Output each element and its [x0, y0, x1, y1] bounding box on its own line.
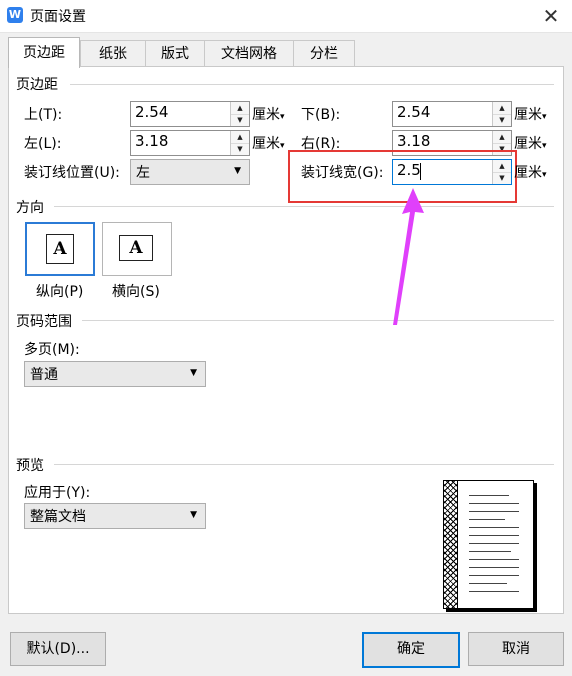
close-icon[interactable]: ✕ — [538, 3, 564, 29]
bottom-margin-label: 下(B): — [301, 107, 341, 123]
portrait-page-icon: A — [46, 234, 74, 264]
wps-app-icon: W — [7, 7, 23, 23]
dropdown-arrow-icon: ▾ — [542, 112, 547, 122]
gutter-width-unit[interactable]: 厘米▾ — [514, 162, 547, 182]
top-margin-unit[interactable]: 厘米▾ — [252, 104, 285, 124]
dropdown-arrow-icon: ▾ — [280, 141, 285, 151]
multiple-pages-select[interactable]: 普通 ▼ — [24, 361, 206, 387]
top-margin-spinner[interactable]: 2.54 ▲ ▼ — [130, 101, 250, 127]
left-margin-label: 左(L): — [24, 136, 62, 152]
landscape-page-icon: A — [119, 235, 153, 261]
preview-text-line — [469, 567, 519, 568]
apply-to-select[interactable]: 整篇文档 ▼ — [24, 503, 206, 529]
preview-text-line — [469, 575, 519, 576]
text-cursor — [420, 163, 421, 180]
ok-button[interactable]: 确定 — [362, 632, 460, 668]
tab-paper[interactable]: 纸张 — [80, 40, 146, 67]
apply-to-label: 应用于(Y): — [24, 485, 91, 501]
portrait-option[interactable]: A — [25, 222, 95, 276]
gutter-position-label: 装订线位置(U): — [24, 165, 120, 181]
dropdown-arrow-icon: ▾ — [542, 170, 547, 180]
top-margin-value: 2.54 — [135, 103, 169, 121]
default-button[interactable]: 默认(D)... — [10, 632, 106, 666]
gutter-hatch — [444, 481, 458, 608]
group-divider — [54, 206, 554, 207]
gutter-position-select[interactable]: 左 ▼ — [130, 159, 250, 185]
left-margin-unit[interactable]: 厘米▾ — [252, 133, 285, 153]
tab-layout[interactable]: 版式 — [145, 40, 205, 67]
left-margin-value: 3.18 — [135, 132, 169, 150]
dropdown-arrow-icon: ▼ — [190, 368, 197, 378]
multiple-pages-label: 多页(M): — [24, 342, 80, 358]
spin-down-icon[interactable]: ▼ — [231, 143, 249, 155]
spin-down-icon[interactable]: ▼ — [493, 172, 511, 184]
bottom-margin-value: 2.54 — [397, 103, 431, 121]
preview-text-line — [469, 511, 519, 512]
unit-label: 厘米 — [514, 107, 542, 123]
preview-text-line — [469, 519, 505, 520]
preview-text-line — [469, 503, 519, 504]
spin-down-icon[interactable]: ▼ — [231, 114, 249, 126]
landscape-label: 横向(S) — [112, 284, 160, 300]
group-divider — [82, 320, 554, 321]
bottom-margin-spinner[interactable]: 2.54 ▲ ▼ — [392, 101, 512, 127]
preview-text-line — [469, 591, 519, 592]
dropdown-arrow-icon: ▼ — [190, 510, 197, 520]
portrait-label: 纵向(P) — [36, 284, 84, 300]
gutter-position-value: 左 — [136, 165, 150, 181]
gutter-width-label: 装订线宽(G): — [301, 165, 384, 181]
tab-margins[interactable]: 页边距 — [8, 37, 80, 68]
apply-to-value: 整篇文档 — [30, 509, 86, 525]
tab-document-grid[interactable]: 文档网格 — [204, 40, 294, 67]
preview-text-line — [469, 583, 507, 584]
preview-text-line — [469, 551, 511, 552]
unit-label: 厘米 — [514, 165, 542, 181]
top-margin-label: 上(T): — [24, 107, 63, 123]
window-title: 页面设置 — [30, 9, 86, 25]
group-divider — [70, 84, 554, 85]
spin-down-icon[interactable]: ▼ — [493, 114, 511, 126]
preview-text-line — [469, 559, 519, 560]
dropdown-arrow-icon: ▾ — [542, 141, 547, 151]
group-divider — [54, 464, 554, 465]
landscape-option[interactable]: A — [102, 222, 172, 276]
annotation-arrow-icon — [393, 188, 424, 325]
unit-label: 厘米 — [252, 136, 280, 152]
orientation-group-label: 方向 — [16, 197, 48, 217]
margins-group-label: 页边距 — [16, 74, 62, 94]
bottom-margin-unit[interactable]: 厘米▾ — [514, 104, 547, 124]
right-margin-value: 3.18 — [397, 132, 431, 150]
preview-text-line — [469, 543, 519, 544]
dropdown-arrow-icon: ▼ — [234, 166, 241, 176]
right-margin-unit[interactable]: 厘米▾ — [514, 133, 547, 153]
cancel-button[interactable]: 取消 — [468, 632, 564, 666]
preview-page — [443, 480, 534, 609]
preview-text-line — [469, 535, 519, 536]
preview-text-line — [469, 495, 509, 496]
dropdown-arrow-icon: ▾ — [280, 112, 285, 122]
unit-label: 厘米 — [514, 136, 542, 152]
page-range-group-label: 页码范围 — [16, 311, 76, 331]
left-margin-spinner[interactable]: 3.18 ▲ ▼ — [130, 130, 250, 156]
multiple-pages-value: 普通 — [30, 367, 58, 383]
preview-text-line — [469, 527, 519, 528]
preview-group-label: 预览 — [16, 455, 48, 475]
tab-columns[interactable]: 分栏 — [293, 40, 355, 67]
unit-label: 厘米 — [252, 107, 280, 123]
gutter-width-value: 2.5 — [397, 161, 421, 179]
